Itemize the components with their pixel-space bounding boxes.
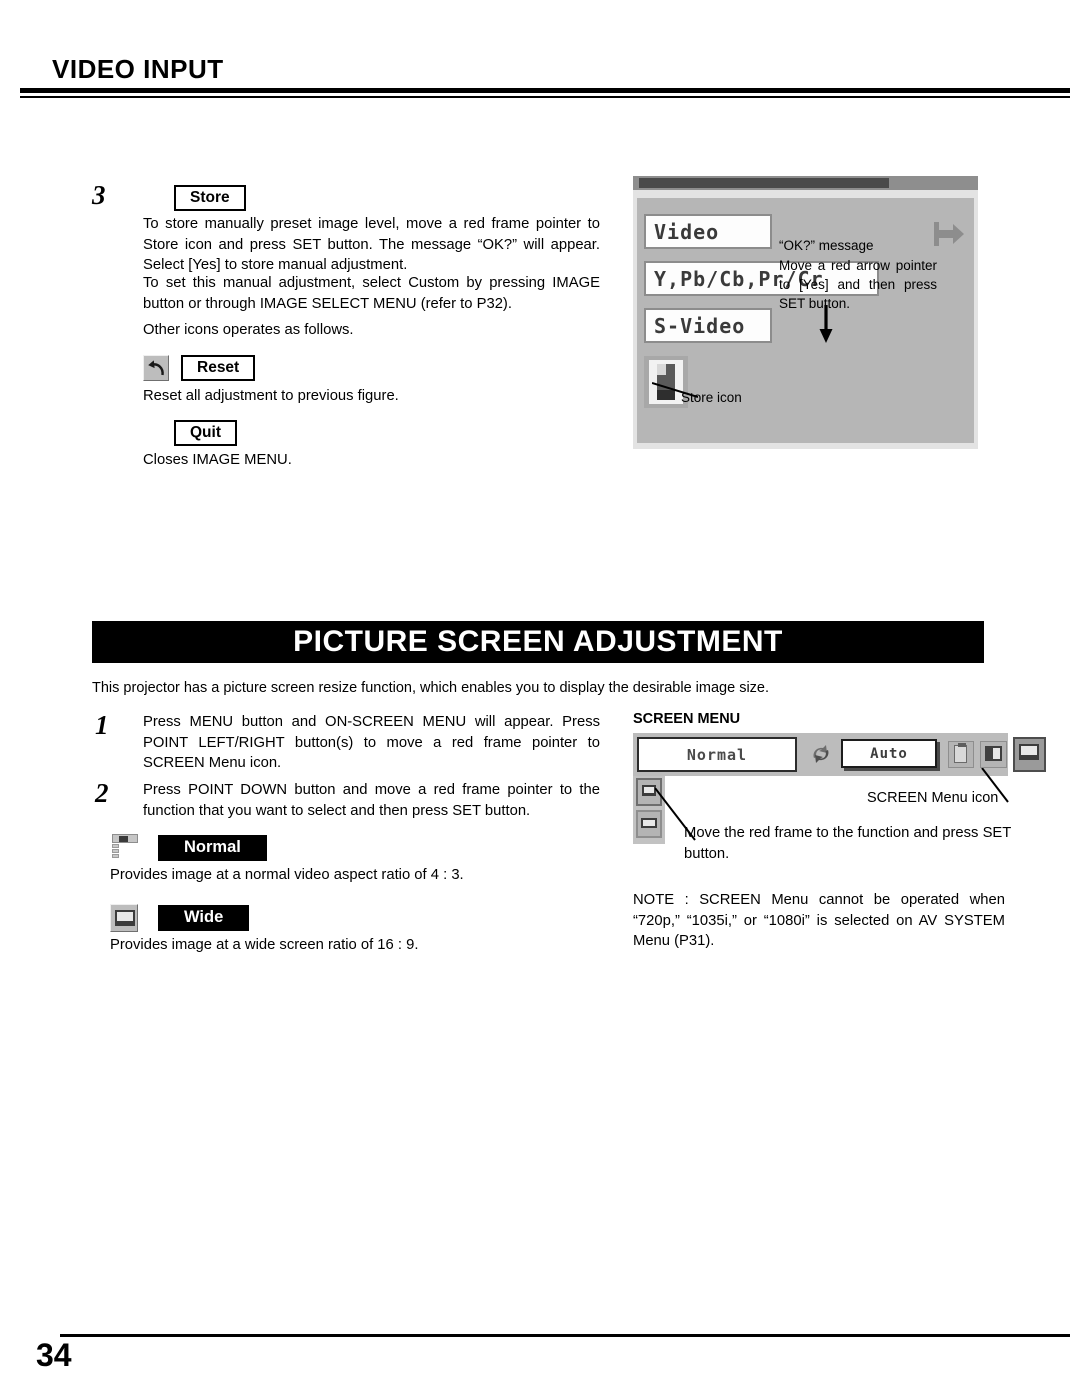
quit-description: Closes IMAGE MENU.	[143, 452, 292, 468]
page-number: 34	[36, 1337, 72, 1373]
screen-menu-refresh-icon[interactable]	[808, 741, 834, 767]
store-label: Store	[174, 185, 246, 211]
wide-description: Provides image at a wide screen ratio of…	[110, 937, 419, 953]
screen-menu-icon-caption: SCREEN Menu icon	[867, 790, 999, 806]
header-rule-thin	[20, 96, 1070, 98]
wide-row: Wide	[110, 904, 250, 932]
quit-label: Quit	[174, 420, 237, 446]
osd-item-s-video[interactable]: S-Video	[644, 308, 772, 343]
screen-menu-icon[interactable]	[1013, 737, 1046, 772]
step-1-number: 1	[95, 710, 109, 740]
wide-screen-icon	[110, 904, 138, 932]
screen-menu-bar: Normal Auto	[633, 733, 1046, 776]
osd-store-icon-caption: Store icon	[681, 390, 742, 405]
section-banner-picture-screen: PICTURE SCREEN ADJUSTMENT	[92, 621, 984, 663]
store-paragraph-2: To set this manual adjustment, select Cu…	[143, 275, 600, 312]
store-paragraph-1: To store manually preset image level, mo…	[143, 216, 600, 273]
reset-row: Reset	[143, 355, 256, 381]
normal-description: Provides image at a normal video aspect …	[110, 867, 464, 883]
ok-message-body: Move a red arrow pointer to [Yes] and th…	[779, 258, 937, 311]
screen-menu-note: NOTE : SCREEN Menu cannot be operated wh…	[633, 892, 1005, 949]
quit-row: Quit	[174, 420, 237, 446]
osd-item-video[interactable]: Video	[644, 214, 772, 249]
normal-screen-icon	[110, 834, 138, 862]
wide-label: Wide	[158, 905, 250, 931]
step-1-text: Press MENU button and ON-SCREEN MENU wil…	[143, 714, 600, 771]
reset-label: Reset	[181, 355, 256, 381]
normal-label: Normal	[158, 835, 267, 861]
screen-menu-auto-button[interactable]: Auto	[841, 739, 937, 768]
step-2-number: 2	[95, 778, 109, 808]
screen-menu-tile-2-icon[interactable]	[980, 741, 1007, 768]
normal-row: Normal	[110, 834, 267, 862]
store-icon-label-box: Store	[174, 185, 246, 211]
picture-screen-intro: This projector has a picture screen resi…	[92, 680, 770, 696]
reset-undo-icon	[143, 355, 169, 381]
screen-menu-tile-1-icon[interactable]	[948, 741, 974, 768]
reset-description: Reset all adjustment to previous figure.	[143, 388, 399, 404]
osd-titlebar	[633, 176, 978, 190]
ok-message-label: “OK?” message	[779, 238, 874, 253]
step-2-text: Press POINT DOWN button and move a red f…	[143, 782, 600, 819]
footer-rule	[60, 1334, 1070, 1337]
page-title: VIDEO INPUT	[52, 54, 224, 84]
other-icons-note: Other icons operates as follows.	[143, 322, 354, 338]
down-arrow-icon	[818, 305, 834, 343]
header-rule-thick	[20, 88, 1070, 93]
frame-hint-text: Move the red frame to the function and p…	[684, 825, 1012, 862]
screen-menu-value-field[interactable]: Normal	[637, 737, 797, 772]
screen-menu-heading: SCREEN MENU	[633, 711, 741, 727]
store-step-number: 3	[92, 180, 106, 210]
